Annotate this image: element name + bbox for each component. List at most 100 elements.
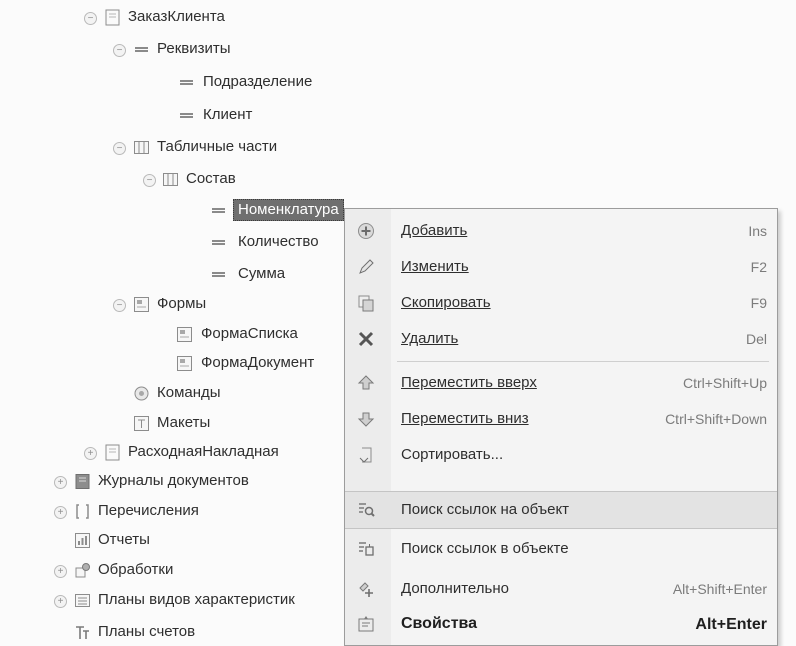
pencil-icon <box>356 257 376 277</box>
menu-item-move-down[interactable]: Переместить вниз Ctrl+Shift+Down <box>345 401 777 437</box>
tree-node-formy[interactable]: − Формы <box>0 292 340 318</box>
tree-label: Перечисления <box>98 502 199 519</box>
menu-item-edit[interactable]: Изменить F2 <box>345 249 777 285</box>
form-icon <box>176 326 193 343</box>
menu-item-copy[interactable]: Скопировать F9 <box>345 285 777 321</box>
expand-icon[interactable]: + <box>84 447 97 460</box>
tree-label: Команды <box>157 384 221 401</box>
menu-item-label: Сортировать... <box>401 446 504 463</box>
tree-label: Реквизиты <box>157 40 231 57</box>
tree-node-zakaz[interactable]: − ЗаказКлиента <box>0 5 340 31</box>
menu-item-find-refs-to[interactable]: Поиск ссылок на объект <box>345 491 777 529</box>
characteristic-icon <box>74 592 91 609</box>
tree-node-nomenklatura[interactable]: Номенклатура <box>0 198 370 224</box>
tree-node-kolichestvo[interactable]: Количество <box>0 230 340 256</box>
delete-icon <box>356 329 376 349</box>
tree-node-plany-vidov[interactable]: + Планы видов характеристик <box>0 588 344 614</box>
menu-item-shortcut: Ctrl+Shift+Down <box>665 411 767 427</box>
tree-node-obrabotki[interactable]: + Обработки <box>0 558 340 584</box>
tree-label: Количество <box>238 233 319 250</box>
tree-node-komandy[interactable]: Команды <box>0 381 340 407</box>
tree-label: Подразделение <box>203 73 313 90</box>
attribute-icon <box>210 202 227 219</box>
tree-node-raskhodnaya[interactable]: + РасходнаяНакладная <box>0 440 344 466</box>
journal-icon <box>74 473 91 490</box>
tree-node-zhurnaly[interactable]: + Журналы документов <box>0 469 340 495</box>
tree-label: Отчеты <box>98 531 150 548</box>
tree-node-forma-spiska[interactable]: ФормаСписка <box>0 322 344 348</box>
menu-item-label: Удалить <box>401 330 459 347</box>
menu-item-shortcut: Ins <box>748 223 767 239</box>
table-icon <box>133 139 150 156</box>
tree-node-perechisleniya[interactable]: + Перечисления <box>0 499 340 525</box>
menu-item-label: Свойства <box>401 615 478 632</box>
menu-item-shortcut: F9 <box>750 295 767 311</box>
attribute-icon <box>178 107 195 124</box>
form-icon <box>176 355 193 372</box>
tree-label: Планы счетов <box>98 623 196 640</box>
menu-item-label: Скопировать <box>401 294 491 311</box>
document-icon <box>104 444 121 461</box>
form-icon <box>133 296 150 313</box>
tree-label: Журналы документов <box>98 472 249 489</box>
menu-item-shortcut: Del <box>745 331 767 347</box>
additional-icon <box>356 579 376 599</box>
tree-node-tablichnye[interactable]: − Табличные части <box>0 135 340 161</box>
menu-item-move-up[interactable]: Переместить вверх Ctrl+Shift+Up <box>345 365 777 401</box>
tree-node-podrazdelenie[interactable]: Подразделение <box>0 70 340 96</box>
menu-item-label: Переместить вниз <box>401 410 529 427</box>
menu-item-label: Изменить <box>401 258 469 275</box>
tree-label: ФормаДокумент <box>201 354 315 371</box>
find-references-in-icon <box>356 539 376 559</box>
menu-item-add[interactable]: Добавить Ins <box>345 213 777 249</box>
menu-item-sort[interactable]: Сортировать... <box>345 437 777 473</box>
tree-label: Сумма <box>238 265 286 282</box>
tree-label: ФормаСписка <box>201 325 298 342</box>
table-icon <box>162 171 179 188</box>
tree-node-sostav[interactable]: − Состав <box>0 167 340 193</box>
menu-item-find-refs-in[interactable]: Поиск ссылок в объекте <box>345 531 777 567</box>
tree-node-klient[interactable]: Клиент <box>0 103 340 129</box>
collapse-icon[interactable]: − <box>143 174 156 187</box>
menu-item-more[interactable]: Дополнительно Alt+Shift+Enter <box>345 571 777 607</box>
find-references-icon <box>356 500 376 520</box>
arrow-up-icon <box>356 373 376 393</box>
arrow-down-icon <box>356 409 376 429</box>
menu-item-label: Переместить вверх <box>401 374 537 391</box>
tree-node-plany-schetov[interactable]: Планы счетов <box>0 618 340 645</box>
collapse-icon[interactable]: − <box>113 142 126 155</box>
menu-item-delete[interactable]: Удалить Del <box>345 321 777 357</box>
copy-icon <box>356 293 376 313</box>
document-icon <box>104 9 121 26</box>
expand-icon[interactable]: + <box>54 595 67 608</box>
menu-item-properties[interactable]: Свойства Alt+Enter <box>345 606 777 642</box>
tree-node-summa[interactable]: Сумма <box>0 262 340 288</box>
menu-item-label: Поиск ссылок на объект <box>401 501 570 518</box>
collapse-icon[interactable]: − <box>113 44 126 57</box>
tree-node-rekvizity[interactable]: − Реквизиты <box>0 37 340 63</box>
menu-separator <box>397 361 769 362</box>
expand-icon[interactable]: + <box>54 565 67 578</box>
tree-label: Макеты <box>157 414 211 431</box>
collapse-icon[interactable]: − <box>84 12 97 25</box>
tree-label: ЗаказКлиента <box>128 8 225 25</box>
tree-node-otchety[interactable]: Отчеты <box>0 528 340 554</box>
menu-item-shortcut: Ctrl+Shift+Up <box>682 375 767 391</box>
command-icon <box>133 385 150 402</box>
tree-label-selected: Номенклатура <box>233 199 344 221</box>
attribute-icon <box>210 234 227 251</box>
add-icon <box>356 221 376 241</box>
tree-label: Клиент <box>203 106 253 123</box>
collapse-icon[interactable]: − <box>113 299 126 312</box>
menu-item-shortcut: Alt+Enter <box>695 616 767 633</box>
tree-node-makety[interactable]: Макеты <box>0 411 340 437</box>
chart-of-accounts-icon <box>74 624 91 641</box>
tree-label: РасходнаяНакладная <box>128 443 279 460</box>
menu-item-shortcut: F2 <box>750 259 767 275</box>
expand-icon[interactable]: + <box>54 476 67 489</box>
menu-item-shortcut: Alt+Shift+Enter <box>672 581 767 597</box>
tree-node-forma-dokumenta[interactable]: ФормаДокумент <box>0 351 344 377</box>
menu-item-label: Добавить <box>401 222 468 239</box>
expand-icon[interactable]: + <box>54 506 67 519</box>
tree-label: Состав <box>186 170 236 187</box>
